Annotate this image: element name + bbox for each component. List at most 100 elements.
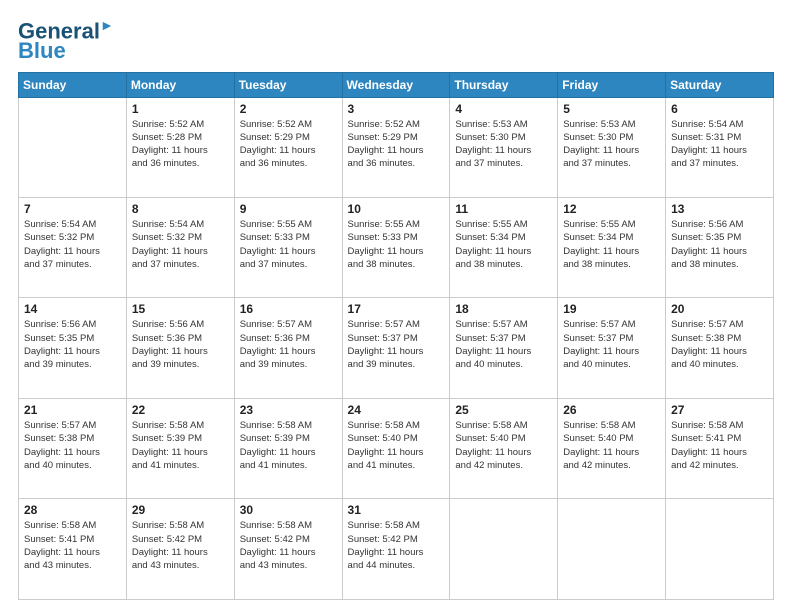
calendar-cell: 31Sunrise: 5:58 AMSunset: 5:42 PMDayligh… — [342, 499, 450, 600]
calendar-cell: 20Sunrise: 5:57 AMSunset: 5:38 PMDayligh… — [666, 298, 774, 398]
calendar-cell: 26Sunrise: 5:58 AMSunset: 5:40 PMDayligh… — [558, 398, 666, 498]
weekday-header: Tuesday — [234, 72, 342, 97]
week-row: 1 Sunrise: 5:52 AMSunset: 5:28 PMDaylight… — [19, 97, 774, 197]
day-number: 15 — [132, 302, 229, 316]
calendar-cell: 17Sunrise: 5:57 AMSunset: 5:37 PMDayligh… — [342, 298, 450, 398]
day-detail: Sunrise: 5:55 AMSunset: 5:34 PMDaylight:… — [455, 218, 552, 271]
day-detail: Sunrise: 5:54 AMSunset: 5:32 PMDaylight:… — [24, 218, 121, 271]
day-number: 23 — [240, 403, 337, 417]
week-row: 28 Sunrise: 5:58 AMSunset: 5:41 PMDayligh… — [19, 499, 774, 600]
calendar-cell — [666, 499, 774, 600]
day-number: 27 — [671, 403, 768, 417]
day-detail: Sunrise: 5:52 AMSunset: 5:28 PMDaylight:… — [132, 118, 229, 171]
calendar-cell: 12 Sunrise: 5:55 AMSunset: 5:34 PMDayligh… — [558, 198, 666, 298]
calendar-cell: 6Sunrise: 5:54 AMSunset: 5:31 PMDaylight… — [666, 97, 774, 197]
day-detail: Sunrise: 5:57 AMSunset: 5:36 PMDaylight:… — [240, 318, 337, 371]
day-number: 21 — [24, 403, 121, 417]
header: General► Blue — [18, 18, 774, 62]
day-number: 8 — [132, 202, 229, 216]
calendar-table: SundayMondayTuesdayWednesdayThursdayFrid… — [18, 72, 774, 600]
calendar-cell — [450, 499, 558, 600]
day-number: 5 — [563, 102, 660, 116]
day-detail: Sunrise: 5:58 AMSunset: 5:41 PMDaylight:… — [671, 419, 768, 472]
calendar-cell: 25 Sunrise: 5:58 AMSunset: 5:40 PMDayligh… — [450, 398, 558, 498]
day-detail: Sunrise: 5:58 AMSunset: 5:40 PMDaylight:… — [455, 419, 552, 472]
calendar-cell: 2Sunrise: 5:52 AMSunset: 5:29 PMDaylight… — [234, 97, 342, 197]
day-number: 10 — [348, 202, 445, 216]
calendar-cell: 10Sunrise: 5:55 AMSunset: 5:33 PMDayligh… — [342, 198, 450, 298]
day-detail: Sunrise: 5:53 AMSunset: 5:30 PMDaylight:… — [455, 118, 552, 171]
calendar-cell — [558, 499, 666, 600]
day-number: 14 — [24, 302, 121, 316]
day-detail: Sunrise: 5:58 AMSunset: 5:41 PMDaylight:… — [24, 519, 121, 572]
day-number: 16 — [240, 302, 337, 316]
calendar-cell: 18 Sunrise: 5:57 AMSunset: 5:37 PMDayligh… — [450, 298, 558, 398]
calendar-cell: 19 Sunrise: 5:57 AMSunset: 5:37 PMDayligh… — [558, 298, 666, 398]
day-detail: Sunrise: 5:56 AMSunset: 5:35 PMDaylight:… — [24, 318, 121, 371]
calendar-cell: 23 Sunrise: 5:58 AMSunset: 5:39 PMDayligh… — [234, 398, 342, 498]
weekday-header-row: SundayMondayTuesdayWednesdayThursdayFrid… — [19, 72, 774, 97]
day-detail: Sunrise: 5:57 AMSunset: 5:38 PMDaylight:… — [24, 419, 121, 472]
day-number: 4 — [455, 102, 552, 116]
weekday-header: Thursday — [450, 72, 558, 97]
day-detail: Sunrise: 5:58 AMSunset: 5:39 PMDaylight:… — [132, 419, 229, 472]
weekday-header: Sunday — [19, 72, 127, 97]
day-number: 26 — [563, 403, 660, 417]
day-number: 24 — [348, 403, 445, 417]
day-number: 11 — [455, 202, 552, 216]
calendar-cell: 28 Sunrise: 5:58 AMSunset: 5:41 PMDayligh… — [19, 499, 127, 600]
calendar-cell: 14 Sunrise: 5:56 AMSunset: 5:35 PMDayligh… — [19, 298, 127, 398]
calendar-cell: 8 Sunrise: 5:54 AMSunset: 5:32 PMDaylight… — [126, 198, 234, 298]
calendar-cell: 27 Sunrise: 5:58 AMSunset: 5:41 PMDayligh… — [666, 398, 774, 498]
calendar-cell: 9Sunrise: 5:55 AMSunset: 5:33 PMDaylight… — [234, 198, 342, 298]
calendar-cell: 1 Sunrise: 5:52 AMSunset: 5:28 PMDaylight… — [126, 97, 234, 197]
day-number: 13 — [671, 202, 768, 216]
calendar-cell: 30Sunrise: 5:58 AMSunset: 5:42 PMDayligh… — [234, 499, 342, 600]
day-detail: Sunrise: 5:57 AMSunset: 5:37 PMDaylight:… — [348, 318, 445, 371]
logo: General► Blue — [18, 18, 114, 62]
day-number: 12 — [563, 202, 660, 216]
week-row: 14 Sunrise: 5:56 AMSunset: 5:35 PMDayligh… — [19, 298, 774, 398]
calendar-cell: 5 Sunrise: 5:53 AMSunset: 5:30 PMDaylight… — [558, 97, 666, 197]
day-detail: Sunrise: 5:53 AMSunset: 5:30 PMDaylight:… — [563, 118, 660, 171]
day-detail: Sunrise: 5:58 AMSunset: 5:39 PMDaylight:… — [240, 419, 337, 472]
day-detail: Sunrise: 5:57 AMSunset: 5:37 PMDaylight:… — [563, 318, 660, 371]
day-detail: Sunrise: 5:57 AMSunset: 5:37 PMDaylight:… — [455, 318, 552, 371]
day-detail: Sunrise: 5:58 AMSunset: 5:42 PMDaylight:… — [132, 519, 229, 572]
calendar-cell: 16 Sunrise: 5:57 AMSunset: 5:36 PMDayligh… — [234, 298, 342, 398]
day-number: 9 — [240, 202, 337, 216]
day-detail: Sunrise: 5:55 AMSunset: 5:34 PMDaylight:… — [563, 218, 660, 271]
day-detail: Sunrise: 5:58 AMSunset: 5:42 PMDaylight:… — [240, 519, 337, 572]
day-number: 1 — [132, 102, 229, 116]
day-number: 28 — [24, 503, 121, 517]
day-detail: Sunrise: 5:52 AMSunset: 5:29 PMDaylight:… — [348, 118, 445, 171]
day-number: 22 — [132, 403, 229, 417]
calendar-cell: 11 Sunrise: 5:55 AMSunset: 5:34 PMDayligh… — [450, 198, 558, 298]
day-number: 29 — [132, 503, 229, 517]
day-number: 7 — [24, 202, 121, 216]
day-number: 20 — [671, 302, 768, 316]
calendar-cell: 29 Sunrise: 5:58 AMSunset: 5:42 PMDayligh… — [126, 499, 234, 600]
logo-blue: Blue — [18, 40, 66, 62]
weekday-header: Monday — [126, 72, 234, 97]
day-detail: Sunrise: 5:56 AMSunset: 5:35 PMDaylight:… — [671, 218, 768, 271]
calendar-cell: 3 Sunrise: 5:52 AMSunset: 5:29 PMDaylight… — [342, 97, 450, 197]
day-detail: Sunrise: 5:58 AMSunset: 5:40 PMDaylight:… — [348, 419, 445, 472]
page: General► Blue SundayMondayTuesdayWednesd… — [0, 0, 792, 612]
day-detail: Sunrise: 5:54 AMSunset: 5:31 PMDaylight:… — [671, 118, 768, 171]
day-number: 31 — [348, 503, 445, 517]
day-number: 18 — [455, 302, 552, 316]
calendar-cell: 4 Sunrise: 5:53 AMSunset: 5:30 PMDaylight… — [450, 97, 558, 197]
calendar-cell: 15 Sunrise: 5:56 AMSunset: 5:36 PMDayligh… — [126, 298, 234, 398]
day-number: 25 — [455, 403, 552, 417]
weekday-header: Wednesday — [342, 72, 450, 97]
day-detail: Sunrise: 5:54 AMSunset: 5:32 PMDaylight:… — [132, 218, 229, 271]
calendar-cell: 21 Sunrise: 5:57 AMSunset: 5:38 PMDayligh… — [19, 398, 127, 498]
calendar-cell: 13 Sunrise: 5:56 AMSunset: 5:35 PMDayligh… — [666, 198, 774, 298]
calendar-cell: 24 Sunrise: 5:58 AMSunset: 5:40 PMDayligh… — [342, 398, 450, 498]
day-detail: Sunrise: 5:56 AMSunset: 5:36 PMDaylight:… — [132, 318, 229, 371]
day-detail: Sunrise: 5:52 AMSunset: 5:29 PMDaylight:… — [240, 118, 337, 171]
weekday-header: Saturday — [666, 72, 774, 97]
day-number: 19 — [563, 302, 660, 316]
day-number: 3 — [348, 102, 445, 116]
